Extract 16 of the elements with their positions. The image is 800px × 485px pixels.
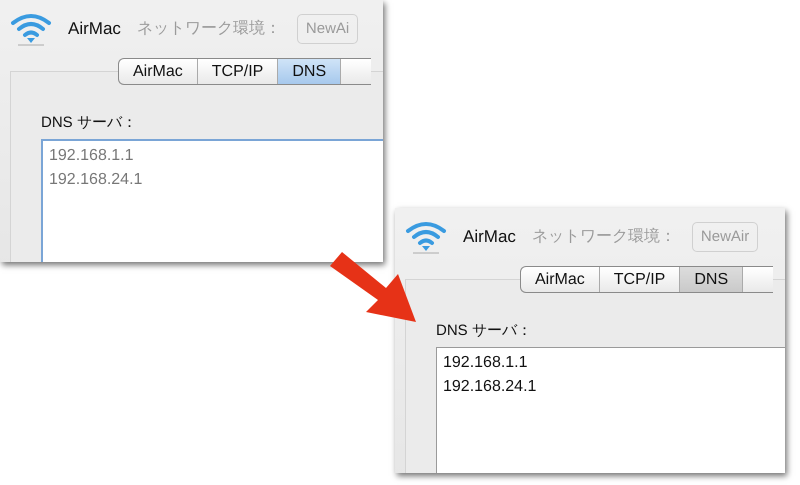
wifi-icon	[10, 12, 52, 46]
panel-title: AirMac	[463, 226, 516, 248]
dns-entry: 192.168.1.1	[443, 354, 528, 370]
tab[interactable]: DNS	[680, 267, 744, 292]
dns-entry: 192.168.1.1	[49, 146, 134, 164]
location-label: ネットワーク環境：	[532, 226, 676, 247]
panel-title: AirMac	[68, 18, 121, 40]
location-label: ネットワーク環境：	[136, 18, 281, 39]
tab[interactable]: DNS	[278, 59, 342, 84]
wifi-icon	[405, 220, 447, 254]
dns-entry: 192.168.24.1	[49, 170, 142, 188]
dns-entry: 192.168.24.1	[443, 378, 536, 394]
dns-server-field[interactable]: 192.168.1.1 192.168.24.1	[41, 138, 383, 262]
dns-server-field[interactable]: 192.168.1.1 192.168.24.1	[436, 346, 785, 473]
dns-label: DNS サーバ：	[41, 113, 138, 133]
dns-label: DNS サーバ：	[436, 321, 533, 341]
